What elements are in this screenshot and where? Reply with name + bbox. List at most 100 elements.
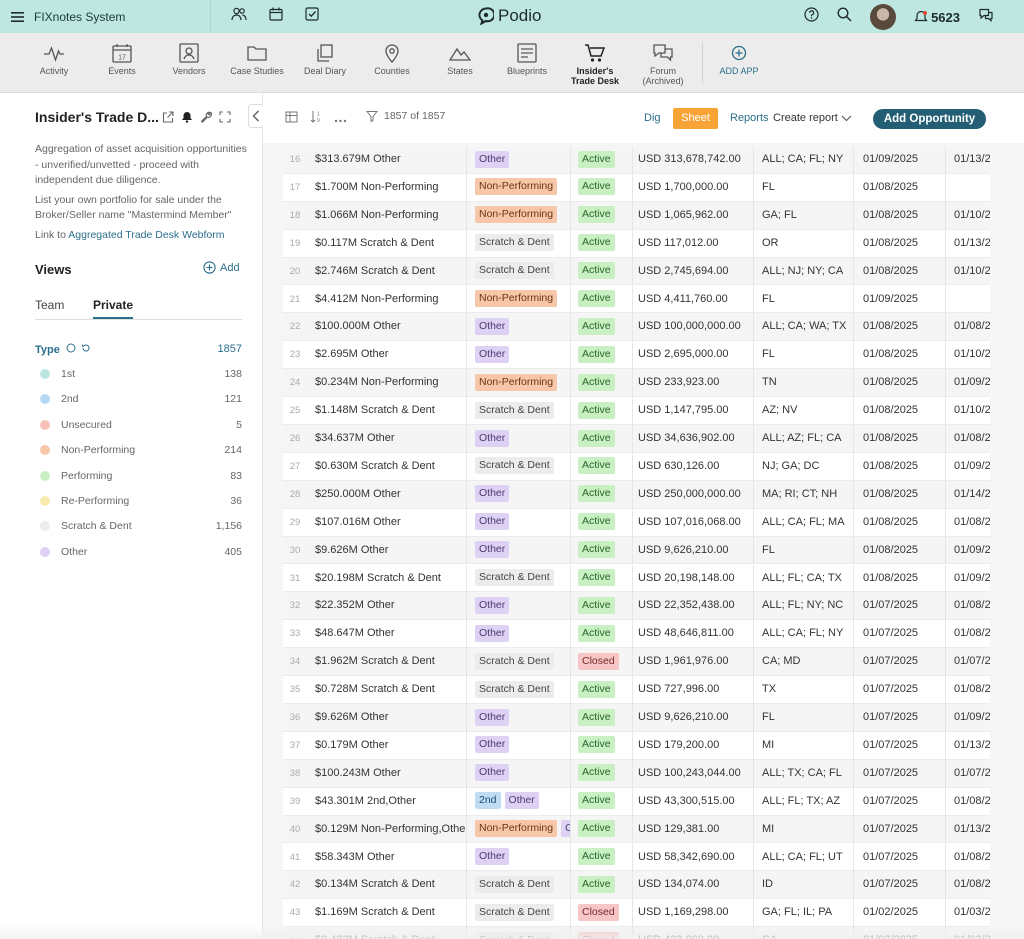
tab-private[interactable]: Private [93, 298, 134, 319]
item-title[interactable]: $1.148M Scratch & Dent [315, 397, 467, 425]
item-title[interactable]: $2.746M Scratch & Dent [315, 257, 467, 286]
table-row[interactable]: 16 $313.679M Other Other Active USD 313,678,… [283, 146, 990, 174]
app-deal-diary[interactable]: Deal Diary [295, 43, 355, 76]
table-row[interactable]: 25 $1.148M Scratch & Dent Scratch & Dent Ac… [283, 397, 990, 425]
table-row[interactable]: 31 $20.198M Scratch & Dent Scratch & Dent A… [283, 564, 990, 593]
date-cell: 01/07/2025 [863, 815, 946, 844]
table-row[interactable]: 21 $4.412M Non-Performing Non-Performing Ac… [283, 285, 990, 314]
tasks-icon[interactable] [305, 7, 319, 26]
add-app-button[interactable]: ADD APP [709, 43, 769, 76]
filter-count[interactable]: 1857 of 1857 [366, 110, 445, 122]
table-row[interactable]: 38 $100.243M Other Other Active USD 100,243,… [283, 759, 990, 788]
type-filter[interactable]: Type 1857 [35, 343, 242, 356]
item-title[interactable]: $20.198M Scratch & Dent [315, 564, 467, 593]
item-title[interactable]: $0.179M Other [315, 731, 467, 760]
item-title[interactable]: $0.134M Scratch & Dent [315, 871, 467, 900]
table-row[interactable]: 22 $100.000M Other Other Active USD 100,000,… [283, 313, 990, 342]
share-icon[interactable] [162, 110, 174, 128]
workspace-name[interactable]: FIXnotes System [34, 10, 210, 24]
sort-icon[interactable]: 19 [310, 110, 322, 128]
table-row[interactable]: 39 $43.301M 2nd,Other 2nd Other Active USD 43… [283, 787, 990, 816]
item-title[interactable]: $1.962M Scratch & Dent [315, 648, 467, 677]
table-row[interactable]: 35 $0.728M Scratch & Dent Scratch & Dent Ac… [283, 676, 990, 704]
wrench-icon[interactable] [200, 110, 212, 128]
tab-team[interactable]: Team [35, 298, 64, 312]
app-states[interactable]: States [430, 43, 490, 76]
item-title[interactable]: $48.647M Other [315, 620, 467, 649]
table-row[interactable]: 29 $107.016M Other Other Active USD 107,016,… [283, 508, 990, 537]
menu-icon[interactable] [0, 11, 34, 22]
add-opportunity-button[interactable]: Add Opportunity [873, 109, 986, 129]
table-layout-icon[interactable] [285, 110, 298, 128]
app-label: Counties [374, 66, 410, 76]
contacts-icon[interactable] [231, 7, 247, 26]
table-row[interactable]: 42 $0.134M Scratch & Dent Scratch & Dent Ac… [283, 871, 990, 900]
table-row[interactable]: 33 $48.647M Other Other Active USD 48,646,81… [283, 620, 990, 649]
item-title[interactable]: $0.728M Scratch & Dent [315, 676, 467, 704]
app-case-studies[interactable]: Case Studies [227, 43, 287, 76]
calendar-icon[interactable] [269, 7, 283, 26]
webform-link[interactable]: Aggregated Trade Desk Webform [68, 229, 224, 241]
table-row[interactable]: 27 $0.630M Scratch & Dent Scratch & Dent Ac… [283, 452, 990, 481]
table-row[interactable]: 40 $0.129M Non-Performing,Other Non-Perfor… [283, 815, 990, 844]
table-row[interactable]: 32 $22.352M Other Other Active USD 22,352,43… [283, 592, 990, 621]
app-events[interactable]: 17 Events [92, 43, 152, 76]
item-title[interactable]: $4.412M Non-Performing [315, 285, 467, 314]
item-title[interactable]: $107.016M Other [315, 508, 467, 537]
plus-circle-icon [203, 261, 216, 274]
podio-logo[interactable]: Podio [478, 6, 541, 26]
app-vendors[interactable]: Vendors [159, 43, 219, 76]
table-row[interactable]: 34 $1.962M Scratch & Dent Scratch & Dent Cl… [283, 648, 990, 677]
item-title[interactable]: $22.352M Other [315, 592, 467, 621]
item-title[interactable]: $100.000M Other [315, 313, 467, 342]
item-title[interactable]: $34.637M Other [315, 425, 467, 453]
bell-icon[interactable] [181, 110, 193, 128]
more-icon[interactable] [334, 110, 347, 128]
table-row[interactable]: 18 $1.066M Non-Performing Non-Performing Ac… [283, 201, 990, 230]
table-row[interactable]: 36 $9.626M Other Other Active USD 9,626,210.… [283, 704, 990, 732]
table-row[interactable]: 41 $58.343M Other Other Active USD 58,342,69… [283, 843, 990, 872]
avatar[interactable] [870, 4, 897, 30]
item-title[interactable]: $9.626M Other [315, 536, 467, 565]
view-dig[interactable]: Dig [644, 112, 661, 124]
item-title[interactable]: $2.695M Other [315, 341, 467, 370]
item-title[interactable]: $58.343M Other [315, 843, 467, 872]
table-row[interactable]: 20 $2.746M Scratch & Dent Scratch & Dent Ac… [283, 257, 990, 286]
item-title[interactable]: $0.129M Non-Performing,Other [315, 815, 467, 844]
notifications[interactable]: 5623 [914, 10, 960, 25]
app-blueprints[interactable]: Blueprints [497, 43, 557, 76]
chat-icon[interactable] [978, 7, 994, 27]
add-view-button[interactable]: Add [203, 261, 240, 274]
table-row[interactable]: 26 $34.637M Other Other Active USD 34,636,90… [283, 425, 990, 453]
view-sheet[interactable]: Sheet [673, 108, 718, 129]
table-row[interactable]: 24 $0.234M Non-Performing Non-Performing Ac… [283, 369, 990, 398]
item-title[interactable]: $100.243M Other [315, 759, 467, 788]
table-row[interactable]: 28 $250.000M Other Other Active USD 250,000,… [283, 480, 990, 509]
item-title[interactable]: $1.700M Non-Performing [315, 173, 467, 202]
app-insiders-trade-desk[interactable]: Insider's Trade Desk [565, 43, 625, 86]
create-report-dropdown[interactable]: Create report [773, 112, 852, 124]
item-title[interactable]: $313.679M Other [315, 146, 467, 174]
expand-icon[interactable] [219, 110, 231, 128]
table-row[interactable]: 43 $1.169M Scratch & Dent Scratch & Dent Cl… [283, 899, 990, 928]
item-title[interactable]: $43.301M 2nd,Other [315, 787, 467, 816]
app-forum[interactable]: Forum (Archived) [633, 43, 693, 86]
item-title[interactable]: $1.169M Scratch & Dent [315, 899, 467, 928]
item-title[interactable]: $9.626M Other [315, 704, 467, 732]
table-row[interactable]: 37 $0.179M Other Other Active USD 179,200.00… [283, 731, 990, 760]
table-row[interactable]: 30 $9.626M Other Other Active USD 9,626,210.… [283, 536, 990, 565]
item-title[interactable]: $0.630M Scratch & Dent [315, 452, 467, 481]
item-title[interactable]: $1.066M Non-Performing [315, 201, 467, 230]
collapse-panel-button[interactable] [248, 104, 264, 128]
view-reports[interactable]: Reports [730, 112, 769, 124]
search-icon[interactable] [837, 7, 852, 27]
table-row[interactable]: 17 $1.700M Non-Performing Non-Performing Ac… [283, 173, 990, 202]
item-title[interactable]: $0.234M Non-Performing [315, 369, 467, 398]
app-counties[interactable]: Counties [362, 43, 422, 76]
table-row[interactable]: 23 $2.695M Other Other Active USD 2,695,000.… [283, 341, 990, 370]
table-row[interactable]: 19 $0.117M Scratch & Dent Scratch & Dent Ac… [283, 229, 990, 258]
item-title[interactable]: $0.117M Scratch & Dent [315, 229, 467, 258]
item-title[interactable]: $250.000M Other [315, 480, 467, 509]
app-activity[interactable]: Activity [24, 43, 84, 76]
help-icon[interactable] [804, 7, 819, 27]
